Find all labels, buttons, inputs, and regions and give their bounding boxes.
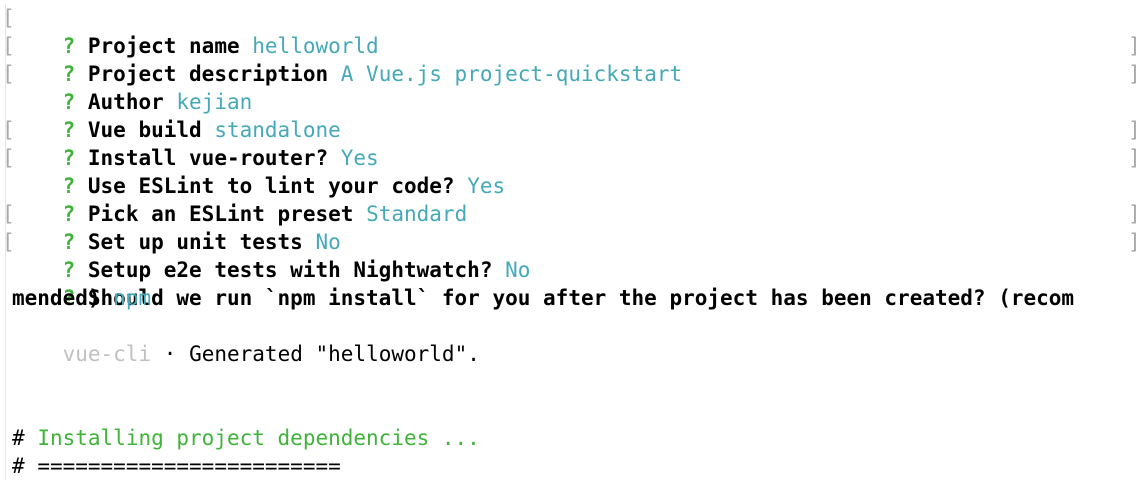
bracket-left: [ — [2, 230, 15, 254]
bracket-left: [ — [2, 118, 15, 142]
prompt-line-e2e-tests: ? Setup e2e tests with Nightwatch? No — [12, 228, 531, 282]
generated-message: Generated "helloworld". — [189, 342, 480, 366]
install-rule: ======================== — [37, 454, 341, 478]
prompt-line-unit-tests: ? Set up unit tests No — [12, 200, 341, 254]
prompt-question: Should we run `npm install` for you afte… — [87, 286, 1075, 310]
prompt-line-project-name: ? Project name helloworld — [12, 4, 379, 58]
bracket-left: [ — [2, 146, 15, 170]
install-rule-line: # ======================== — [12, 452, 341, 480]
prompt-line-project-description: ? Project description A Vue.js project-q… — [12, 32, 683, 86]
prompt-line-npm-install-wrap: mended) npm — [12, 284, 151, 312]
bracket-right: ] — [1128, 118, 1140, 142]
prompt-line-eslint-preset: ? Pick an ESLint preset Standard — [12, 172, 468, 226]
generated-line: vue-cli · Generated "helloworld". — [12, 340, 480, 368]
bracket-left: [ — [2, 62, 15, 86]
bracket-left: [ — [2, 34, 15, 58]
separator-dot: · — [163, 342, 177, 366]
prompt-answer: A Vue.js project-quickstart — [340, 62, 683, 86]
comment-hash: # — [12, 426, 25, 450]
prompt-line-vue-build: ? Vue build standalone — [12, 88, 341, 142]
bracket-right: ] — [1128, 230, 1140, 254]
prompt-answer: npm — [113, 286, 152, 310]
bracket-left: [ — [2, 202, 15, 226]
cropped-previous-line — [0, 0, 1140, 4]
install-heading-line: # Installing project dependencies ... — [12, 424, 480, 452]
prompt-line-npm-install: ? Should we run `npm install` for you af… — [12, 256, 1074, 310]
bracket-right: ] — [1128, 146, 1140, 170]
bracket-right: ] — [1128, 62, 1140, 86]
comment-hash: # — [12, 454, 25, 478]
prompt-line-vue-router: ? Install vue-router? Yes — [12, 116, 379, 170]
bracket-right: ] — [1128, 34, 1140, 58]
tool-name: vue-cli — [62, 342, 152, 366]
prompt-line-eslint: ? Use ESLint to lint your code? Yes — [12, 144, 506, 198]
prompt-answer: Yes — [467, 174, 506, 198]
bracket-right: ] — [1128, 202, 1140, 226]
prompt-question-continued: mended) — [12, 286, 101, 310]
install-heading: Installing project dependencies ... — [37, 426, 480, 450]
prompt-line-author: ? Author kejian — [12, 60, 253, 114]
prompt-answer: Standard — [366, 202, 468, 226]
bracket-left: [ — [2, 6, 15, 30]
